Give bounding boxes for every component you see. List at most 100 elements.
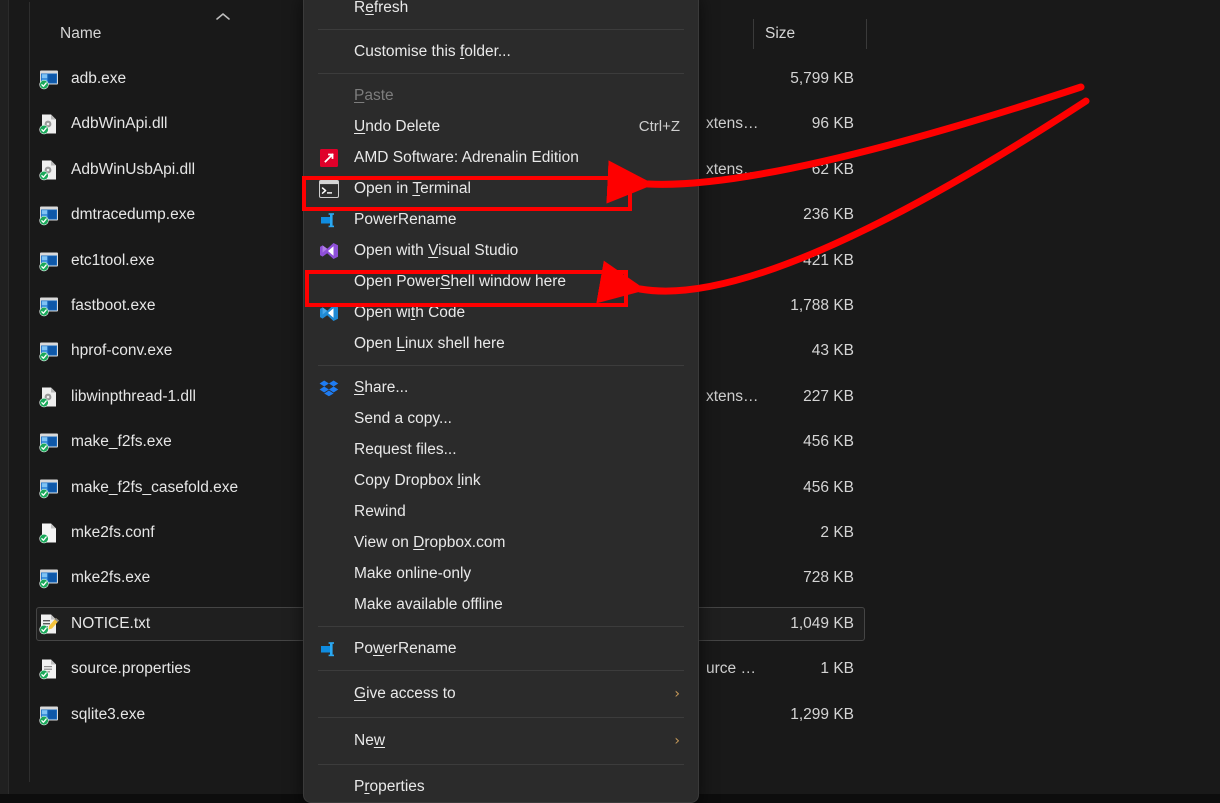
menu-item[interactable]: Copy Dropbox link — [304, 465, 698, 496]
file-name-label: etc1tool.exe — [71, 251, 155, 269]
sort-ascending-icon — [215, 11, 231, 23]
menu-item-label: Send a copy... — [354, 409, 452, 427]
menu-item[interactable]: View on Dropbox.com — [304, 527, 698, 558]
menu-icon-placeholder — [318, 271, 340, 293]
menu-item-label: AMD Software: Adrenalin Edition — [354, 148, 579, 166]
exe-icon — [37, 339, 61, 363]
file-size-label: 2 KB — [820, 524, 854, 541]
file-size-label: 1,299 KB — [790, 705, 854, 723]
menu-item-label: View on Dropbox.com — [354, 533, 506, 551]
menu-item[interactable]: Open PowerShell window here — [304, 266, 698, 297]
file-size-label: 456 KB — [803, 433, 854, 451]
menu-item-label: New — [354, 732, 386, 749]
menu-separator — [318, 626, 684, 627]
menu-icon-placeholder — [318, 0, 340, 19]
menu-item[interactable]: AMD Software: Adrenalin Edition — [304, 142, 698, 173]
dll-icon — [37, 112, 61, 136]
powerrename-icon — [318, 638, 340, 660]
menu-item[interactable]: Rewind — [304, 496, 698, 527]
column-header-size[interactable]: Size — [765, 20, 865, 48]
file-name-label: sqlite3.exe — [71, 705, 146, 723]
file-size-label: 236 KB — [803, 206, 854, 224]
amd-icon — [318, 147, 340, 169]
menu-item[interactable]: New › — [304, 724, 698, 758]
menu-item-label: Request files... — [354, 440, 457, 458]
context-menu[interactable]: Refresh Customise this folder... Paste Undo… — [303, 0, 699, 803]
menu-icon-placeholder — [318, 333, 340, 355]
file-size-label: 5,799 KB — [790, 70, 854, 87]
column-separator[interactable] — [753, 19, 754, 49]
menu-item-label: PowerRename — [354, 639, 457, 657]
menu-item[interactable]: Undo Delete Ctrl+Z — [304, 111, 698, 142]
menu-item[interactable]: PowerRename — [304, 204, 698, 235]
menu-item[interactable]: Open with Code — [304, 297, 698, 328]
props-icon — [37, 657, 61, 681]
menu-item[interactable]: Share... — [304, 372, 698, 403]
file-name-label: dmtracedump.exe — [71, 206, 196, 224]
menu-separator — [318, 29, 684, 30]
dll-icon — [37, 385, 61, 409]
menu-icon-placeholder — [318, 501, 340, 523]
menu-item[interactable]: Properties — [304, 771, 698, 802]
file-name-label: AdbWinApi.dll — [71, 115, 168, 133]
menu-separator — [318, 73, 684, 74]
file-size-label: 456 KB — [803, 478, 854, 496]
menu-icon-placeholder — [318, 532, 340, 554]
menu-item-label: Undo Delete — [354, 117, 441, 135]
file-name-label: mke2fs.exe — [71, 569, 151, 587]
exe-icon — [37, 703, 61, 727]
txt-icon — [37, 612, 61, 636]
menu-item-label: Make available offline — [354, 595, 503, 613]
chevron-right-icon: › — [674, 686, 680, 702]
dropbox-icon — [318, 377, 340, 399]
menu-item-label: Refresh — [354, 0, 409, 16]
menu-item-label: Open PowerShell window here — [354, 272, 566, 290]
file-name-label: make_f2fs_casefold.exe — [71, 478, 239, 496]
menu-item-label: Open Linux shell here — [354, 334, 505, 352]
context-menu-items: Refresh Customise this folder... Paste Undo… — [304, 0, 698, 802]
menu-item[interactable]: Open Linux shell here — [304, 328, 698, 359]
chevron-right-icon: › — [674, 733, 680, 749]
menu-separator — [318, 365, 684, 366]
exe-icon — [37, 249, 61, 273]
menu-item[interactable]: Send a copy... — [304, 403, 698, 434]
file-name-label: fastboot.exe — [71, 297, 156, 314]
file-name-label: make_f2fs.exe — [71, 433, 172, 451]
conf-icon — [37, 521, 61, 545]
menu-item[interactable]: Make online-only — [304, 558, 698, 589]
menu-item[interactable]: Open with Visual Studio — [304, 235, 698, 266]
menu-icon-placeholder — [318, 470, 340, 492]
file-size-label: 1,788 KB — [790, 297, 854, 314]
menu-item-label: Properties — [354, 777, 425, 795]
file-size-label: 728 KB — [803, 569, 854, 587]
menu-icon-placeholder — [318, 683, 340, 705]
menu-item-label: Make online-only — [354, 564, 472, 582]
column-separator[interactable] — [866, 19, 867, 49]
menu-separator — [318, 764, 684, 765]
menu-item[interactable]: Open in Terminal — [304, 173, 698, 204]
file-size-label: 421 KB — [803, 251, 854, 269]
menu-item[interactable]: PowerRename — [304, 633, 698, 664]
menu-item-label: Open in Terminal — [354, 179, 471, 197]
column-header-name[interactable]: Name — [60, 20, 101, 48]
file-name-label: mke2fs.conf — [71, 524, 155, 541]
menu-item[interactable]: Refresh — [304, 0, 698, 23]
file-size-label: 62 KB — [811, 160, 854, 178]
menu-item[interactable]: Request files... — [304, 434, 698, 465]
menu-item-label: Open with Visual Studio — [354, 241, 519, 259]
pane-divider — [29, 2, 30, 782]
menu-item-shortcut: Ctrl+Z — [638, 118, 680, 135]
menu-icon-placeholder — [318, 594, 340, 616]
file-size-label: 227 KB — [803, 387, 854, 405]
file-size-label: 1,049 KB — [790, 614, 854, 632]
terminal-icon — [318, 178, 340, 200]
menu-icon-placeholder — [318, 776, 340, 798]
menu-item-label: Paste — [354, 86, 394, 104]
menu-item[interactable]: Give access to › — [304, 677, 698, 711]
menu-item[interactable]: Make available offline — [304, 589, 698, 620]
menu-item[interactable]: Customise this folder... — [304, 36, 698, 67]
file-size-label: 96 KB — [811, 115, 854, 133]
exe-icon — [37, 566, 61, 590]
menu-icon-placeholder — [318, 41, 340, 63]
menu-icon-placeholder — [318, 116, 340, 138]
